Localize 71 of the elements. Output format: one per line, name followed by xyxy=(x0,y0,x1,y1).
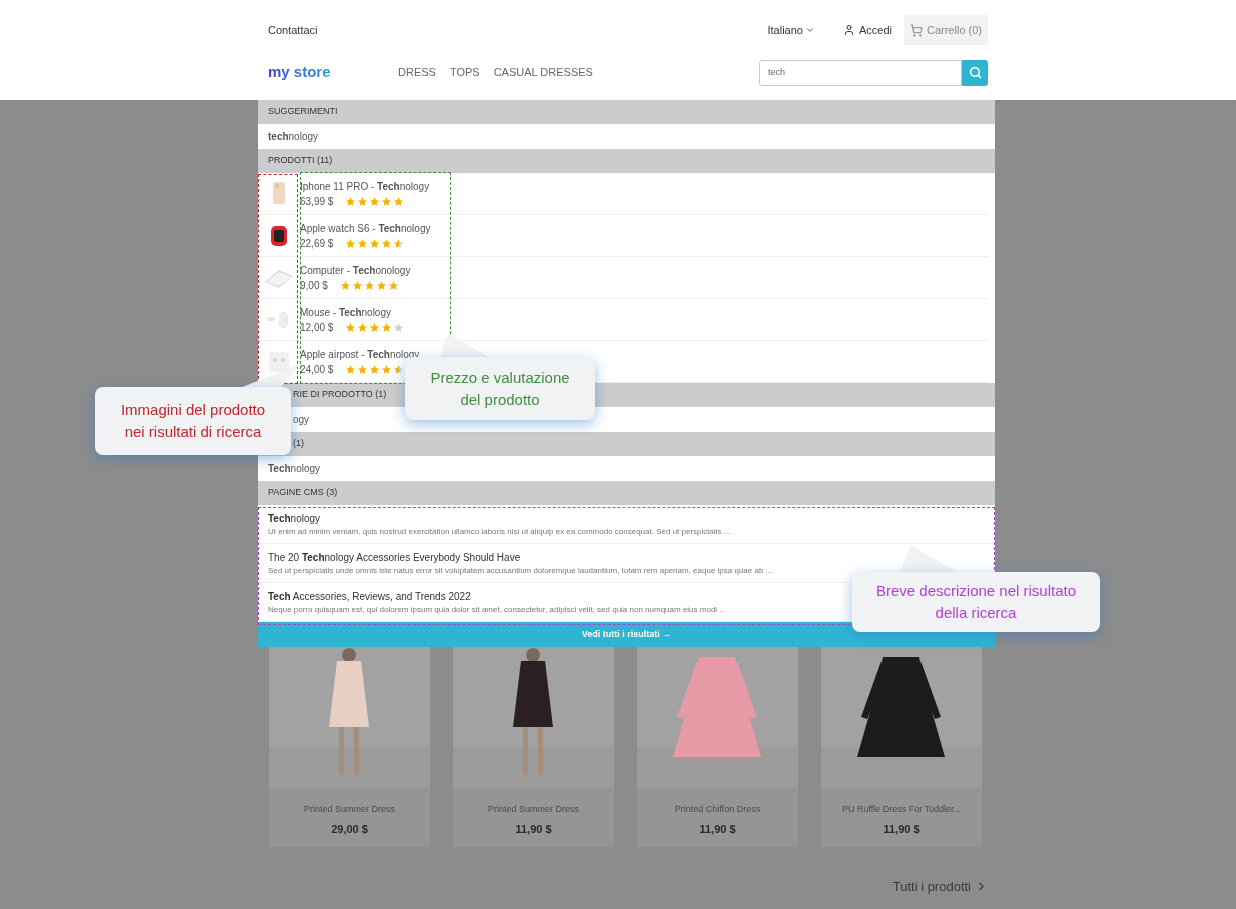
section-heading: SUGGERIMENTI xyxy=(258,100,995,124)
product-name: PU Ruffle Dress For Toddler... xyxy=(841,803,962,816)
menu-item[interactable]: DRESS xyxy=(398,64,436,81)
star-icon xyxy=(345,237,357,249)
star-icon xyxy=(381,237,393,249)
product-price: 22,69 $ xyxy=(300,236,334,251)
product-name: Printed Chiffon Dress xyxy=(674,803,761,816)
star-icon xyxy=(381,321,393,333)
product-price: 29,00 $ xyxy=(331,821,368,837)
star-icon xyxy=(339,279,351,291)
product-card[interactable]: Printed Summer Dress 11,90 $ xyxy=(453,647,614,847)
product-name[interactable]: Mouse - Technology xyxy=(300,304,405,320)
all-products-link[interactable]: Tutti i prodotti xyxy=(892,877,988,897)
product-price: 11,90 $ xyxy=(699,821,736,837)
star-icon xyxy=(357,237,369,249)
contact-link[interactable]: Contattaci xyxy=(268,21,318,39)
user-icon xyxy=(842,24,855,36)
star-icon xyxy=(393,363,405,375)
product-price: 12,00 $ xyxy=(300,320,334,335)
menu-item[interactable]: TOPS xyxy=(449,64,480,81)
star-icon xyxy=(345,363,357,375)
star-icon xyxy=(381,195,393,207)
language-selector[interactable]: Italiano xyxy=(767,21,815,39)
star-icon xyxy=(357,363,369,375)
product-name[interactable]: Iphone 11 PRO - Technology xyxy=(300,178,430,194)
product-price: 9,00 $ xyxy=(300,278,328,293)
search-field[interactable]: tech xyxy=(759,59,962,86)
page-description: Neque porro quisquam est, qui dolorem ipsum quia dolor sit amet, consectetur, adipisci velit, sed quia non numquam eius modi ... xyxy=(268,603,727,616)
star-icon xyxy=(345,321,357,333)
page-title[interactable]: Tech Accessories, Reviews, and Trends 2022 xyxy=(268,588,471,604)
star-icon xyxy=(387,279,399,291)
star-icon xyxy=(393,237,405,249)
search-button[interactable] xyxy=(962,59,988,86)
product-name: Printed Summer Dress xyxy=(488,803,579,816)
section-heading: PRODOTTI (11) xyxy=(258,149,995,173)
result-link[interactable]: technology xyxy=(268,129,319,144)
star-icon xyxy=(375,279,387,291)
page-title[interactable]: The 20 Technology Accessories Everybody Should Have xyxy=(268,549,521,565)
product-price: 24,00 $ xyxy=(300,362,334,377)
product-price: 63,99 $ xyxy=(300,194,334,209)
product-price: 11,90 $ xyxy=(883,821,920,837)
section-heading: PAGINE CMS (3) xyxy=(258,481,995,505)
star-icon xyxy=(393,321,405,333)
product-card[interactable]: PU Ruffle Dress For Toddler... 11,90 $ xyxy=(821,647,982,847)
page-description: Ut enim ad minim veniam, quis nostrud exercitation ullamco laboris nisi ut aliquip ex ea commodo consequat. Sed ut perspiciatis ... xyxy=(268,525,731,538)
star-icon xyxy=(369,195,381,207)
star-icon xyxy=(357,195,369,207)
star-icon xyxy=(381,363,393,375)
login-link[interactable]: Accedi xyxy=(842,21,892,39)
star-icon xyxy=(369,363,381,375)
star-icon xyxy=(351,279,363,291)
star-icon xyxy=(345,195,357,207)
star-icon xyxy=(369,321,381,333)
cart-icon xyxy=(910,23,923,37)
star-icon xyxy=(357,321,369,333)
star-icon xyxy=(393,195,405,207)
product-card[interactable]: Printed Chiffon Dress 11,90 $ xyxy=(637,647,798,847)
result-link[interactable]: Technology xyxy=(268,461,321,476)
star-icon xyxy=(369,237,381,249)
product-card[interactable]: Printed Summer Dress 29,00 $ xyxy=(269,647,430,847)
caret-icon xyxy=(804,25,815,35)
page-description: Sed ut perspiciatis unde omnis iste natus error sit voluptatem accusantium doloremque laudantium, totam rem aperiam, eaque ipsa quae ab ... xyxy=(268,564,773,577)
product-price: 11,90 $ xyxy=(515,821,552,837)
star-icon xyxy=(363,279,375,291)
product-name[interactable]: Computer - Techonology xyxy=(300,262,411,278)
menu-item[interactable]: CASUAL DRESSES xyxy=(493,64,593,81)
product-name[interactable]: Apple watch S6 - Technology xyxy=(300,220,431,236)
product-name: Printed Summer Dress xyxy=(304,803,395,816)
page-title[interactable]: Technology xyxy=(268,510,321,526)
search-icon xyxy=(968,66,982,79)
result-link[interactable]: ogy xyxy=(293,412,310,427)
